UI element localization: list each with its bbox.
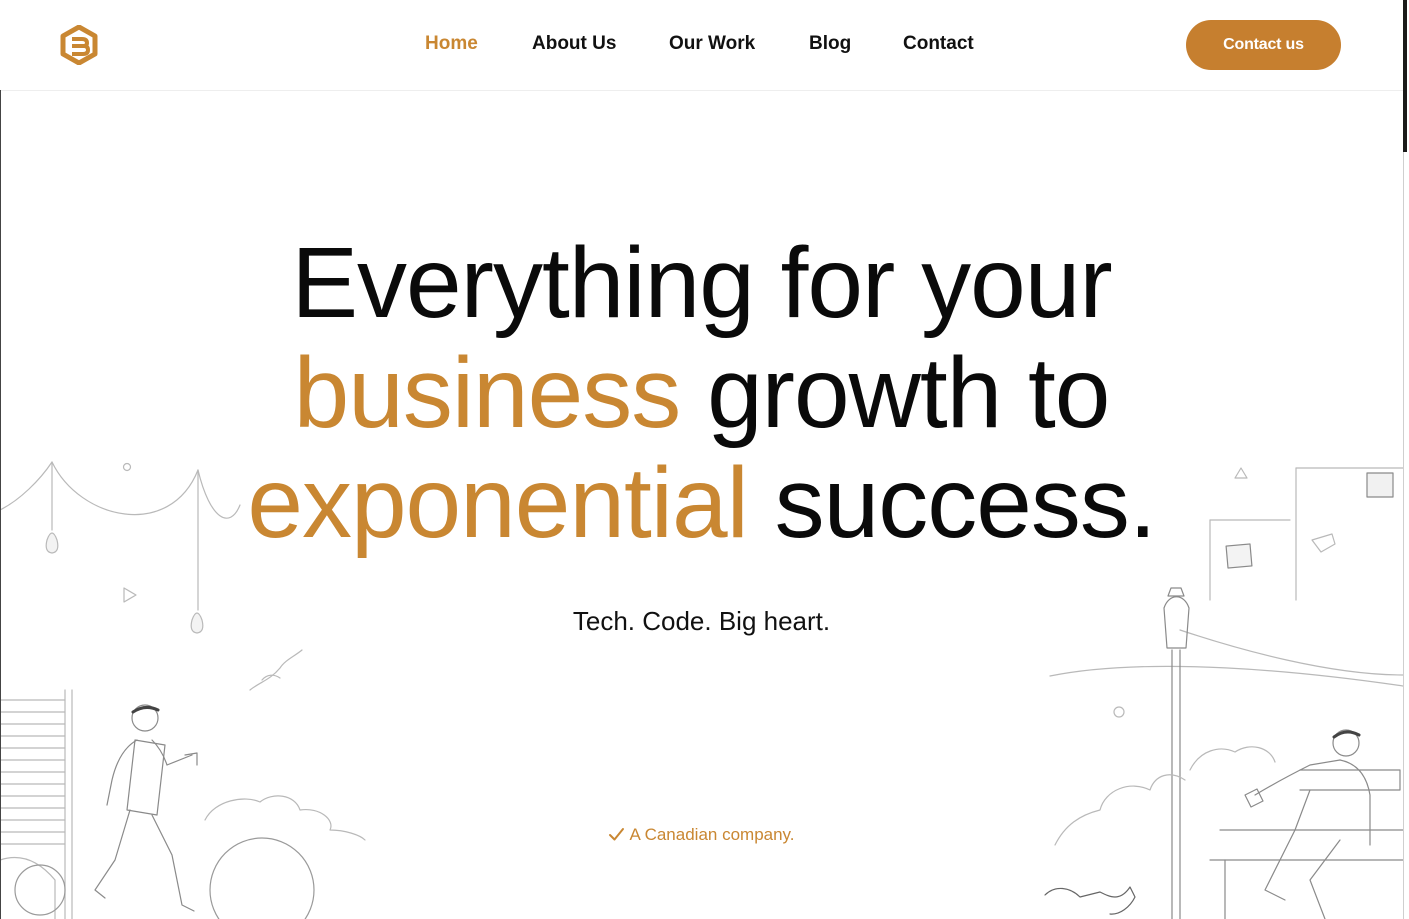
nav-blog[interactable]: Blog bbox=[809, 33, 851, 55]
hero-line-1: Everything for your bbox=[291, 227, 1112, 339]
nav-contact[interactable]: Contact bbox=[903, 33, 974, 55]
hero-accent-business: business bbox=[293, 337, 682, 449]
hero-line-2: business growth to bbox=[0, 338, 1403, 448]
hero-accent-exponential: exponential bbox=[247, 447, 749, 559]
nav-our-work[interactable]: Our Work bbox=[669, 33, 755, 55]
nav-home[interactable]: Home bbox=[425, 33, 478, 55]
scrollbar-thumb[interactable] bbox=[1403, 0, 1407, 152]
site-header: Home About Us Our Work Blog Contact Cont… bbox=[0, 0, 1403, 91]
badge-text: A Canadian company. bbox=[629, 825, 795, 844]
hero-line-3-rest: success. bbox=[747, 447, 1157, 559]
lamp-post-illustration bbox=[1163, 587, 1190, 919]
landing-page: Home About Us Our Work Blog Contact Cont… bbox=[0, 0, 1409, 919]
nav-about-us[interactable]: About Us bbox=[532, 33, 616, 55]
building-blinds-illustration bbox=[0, 689, 73, 919]
hero-line-2-rest: growth to bbox=[680, 337, 1110, 449]
checkmark-icon bbox=[609, 828, 625, 841]
hero-line-3: exponential success. bbox=[0, 448, 1403, 558]
hero-tagline: Tech. Code. Big heart. bbox=[572, 606, 831, 636]
left-edge-line bbox=[0, 90, 1, 919]
canadian-company-badge: A Canadian company. bbox=[0, 825, 1403, 845]
walking-person-illustration bbox=[94, 704, 198, 912]
hero-headline: Everything for your business growth to e… bbox=[0, 228, 1403, 558]
contact-us-button[interactable]: Contact us bbox=[1186, 20, 1341, 70]
